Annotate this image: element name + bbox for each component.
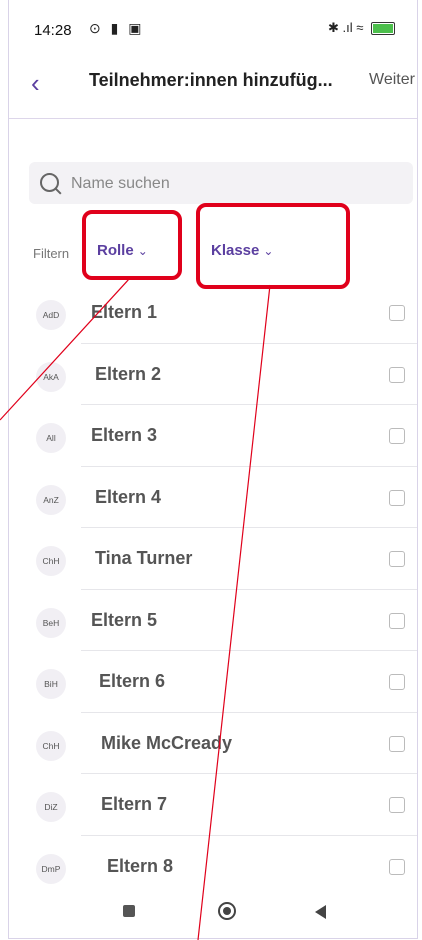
avatar: DiZ: [36, 792, 66, 822]
participant-name: Eltern 3: [91, 425, 158, 445]
avatar: All: [36, 423, 66, 453]
participant-list: AdD Eltern 1 AkA Eltern 2 All Eltern 3 AnZ Elte…: [9, 282, 417, 897]
select-checkbox[interactable]: [389, 612, 405, 629]
participant-name: Tina Turner: [95, 548, 193, 568]
participant-row[interactable]: All Eltern 3: [9, 405, 417, 467]
search-input[interactable]: [69, 170, 393, 198]
select-checkbox[interactable]: [389, 428, 405, 444]
battery-icon: [371, 22, 395, 36]
role-filter-highlight: [82, 210, 182, 280]
select-checkbox[interactable]: [389, 797, 405, 813]
back-icon[interactable]: [315, 905, 326, 919]
avatar: AnZ: [36, 484, 66, 515]
participant-row[interactable]: ChH Mike McCready: [9, 713, 417, 774]
system-nav-bar: [9, 888, 417, 938]
participant-row[interactable]: ChH Tina Turner: [9, 528, 417, 590]
select-checkbox[interactable]: [389, 305, 405, 321]
search-icon: [40, 173, 59, 192]
participant-row[interactable]: DiZ Eltern 7: [9, 774, 417, 836]
status-time: 14:28: [34, 22, 72, 39]
avatar: DmP: [36, 853, 66, 884]
select-checkbox[interactable]: [389, 858, 405, 875]
app-header: ‹ Teilnehmer:innen hinzufüg... Weiter: [9, 58, 417, 114]
participant-name: Eltern 1: [91, 302, 158, 322]
select-checkbox[interactable]: [389, 366, 405, 383]
select-checkbox[interactable]: [389, 551, 405, 567]
status-bar: 14:28 ⊙ ▮ ▣ ✱ .ıl ≈: [9, 0, 417, 58]
notification-icons: ⊙ ▮ ▣: [89, 20, 145, 36]
status-right-icons: ✱ .ıl ≈: [328, 20, 395, 36]
avatar: AdD: [36, 300, 66, 330]
chevron-left-icon[interactable]: ‹: [31, 68, 40, 99]
participant-row[interactable]: BeH Eltern 5: [9, 590, 417, 651]
avatar: ChH: [36, 546, 66, 576]
header-divider: [9, 118, 417, 119]
avatar: BeH: [36, 607, 66, 638]
home-icon[interactable]: [218, 902, 236, 920]
avatar: BiH: [36, 669, 66, 699]
avatar: ChH: [36, 730, 66, 761]
participant-name: Mike McCready: [101, 732, 233, 753]
phone-screen: 14:28 ⊙ ▮ ▣ ✱ .ıl ≈ ‹ Teilnehmer:innen h…: [8, 0, 418, 939]
participant-name: Eltern 8: [107, 855, 174, 876]
participant-name: Eltern 6: [99, 671, 166, 691]
participant-row[interactable]: BiH Eltern 6: [9, 651, 417, 713]
select-checkbox[interactable]: [389, 674, 405, 690]
select-checkbox[interactable]: [389, 489, 405, 506]
avatar: AkA: [36, 361, 66, 392]
participant-name: Eltern 7: [101, 794, 168, 814]
participant-row[interactable]: AdD Eltern 1: [9, 282, 417, 344]
participant-name: Eltern 2: [95, 363, 162, 384]
filter-label: Filtern: [33, 246, 70, 261]
page-title: Teilnehmer:innen hinzufüg...: [89, 70, 333, 90]
next-button[interactable]: Weiter: [369, 71, 415, 89]
recents-icon[interactable]: [123, 905, 135, 917]
participant-name: Eltern 5: [91, 609, 158, 630]
search-box: [29, 162, 413, 204]
participant-row[interactable]: AkA Eltern 2: [9, 344, 417, 405]
class-filter-highlight: [196, 203, 350, 289]
participant-row[interactable]: AnZ Eltern 4: [9, 467, 417, 528]
signal-wifi-icons: ✱ .ıl ≈: [328, 20, 364, 35]
select-checkbox[interactable]: [389, 735, 405, 752]
participant-name: Eltern 4: [95, 486, 162, 507]
